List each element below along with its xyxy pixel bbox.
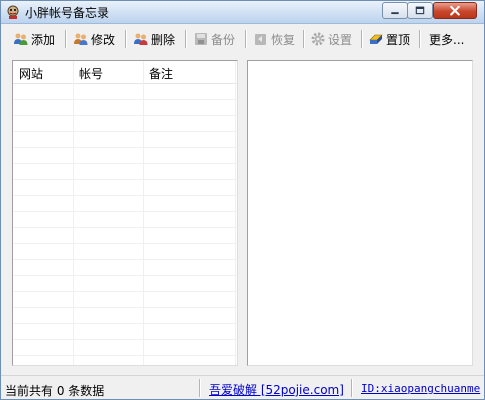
add-button[interactable]: 添加 (13, 29, 55, 49)
window-title: 小胖帐号备忘录 (25, 6, 110, 20)
grid-row-line (13, 179, 237, 180)
more-button[interactable]: 更多... (429, 29, 464, 49)
column-divider (235, 61, 236, 365)
toolbar: 添加 修改 删除 备份 恢复 设置 置顶 更多... (1, 24, 484, 54)
toolbar-separator (361, 30, 363, 48)
restore-label: 恢复 (271, 32, 296, 47)
grid-row-line (13, 355, 237, 356)
delete-button[interactable]: 删除 (133, 29, 175, 49)
forum-link[interactable]: 吾爱破解 [52pojie.com] (209, 381, 344, 398)
restore-icon (255, 34, 266, 45)
grid-row-line (13, 211, 237, 212)
toolbar-separator (65, 30, 67, 48)
backup-icon (195, 33, 207, 45)
toolbar-separator (185, 30, 187, 48)
toolbar-separator (245, 30, 247, 48)
grid-row-line (13, 291, 237, 292)
close-button[interactable] (433, 2, 477, 19)
maximize-button[interactable] (407, 2, 433, 19)
title-bar[interactable]: 小胖帐号备忘录 (1, 1, 484, 24)
column-divider (73, 61, 74, 365)
grid-row-line (13, 147, 237, 148)
backup-button[interactable]: 备份 (193, 29, 235, 49)
app-window: 小胖帐号备忘录 添加 修改 删除 备份 恢复 设置 置顶 更多... 网站 帐号… (0, 0, 485, 400)
users-delete-icon (134, 33, 148, 45)
pin-to-top-icon (369, 34, 383, 44)
list-header: 网站 帐号 备注 (13, 61, 237, 84)
backup-label: 备份 (211, 32, 236, 47)
grid-row-line (13, 307, 237, 308)
settings-label: 设置 (328, 32, 353, 47)
gear-icon (311, 32, 325, 46)
status-bar: 当前共有 0 条数据 吾爱破解 [52pojie.com] ID:xiaopan… (1, 375, 484, 399)
forum-link-text: 吾爱破解 [52pojie.com] (209, 383, 344, 397)
column-divider (143, 61, 144, 365)
grid-row-line (13, 99, 237, 100)
edit-label: 修改 (91, 32, 116, 47)
account-list[interactable]: 网站 帐号 备注 (12, 60, 238, 366)
grid-row-line (13, 259, 237, 260)
add-label: 添加 (31, 32, 56, 47)
pin-label: 置顶 (386, 32, 411, 47)
users-add-icon (14, 33, 28, 45)
column-header-account[interactable]: 帐号 (79, 65, 103, 82)
grid-row-line (13, 195, 237, 196)
minimize-button[interactable] (382, 2, 408, 19)
users-edit-icon (74, 33, 88, 45)
grid-row-line (13, 323, 237, 324)
column-header-website[interactable]: 网站 (19, 65, 43, 82)
settings-button[interactable]: 设置 (310, 29, 352, 49)
column-header-note[interactable]: 备注 (149, 65, 173, 82)
restore-button[interactable]: 恢复 (253, 29, 295, 49)
author-id-link[interactable]: ID:xiaopangchuanme (361, 382, 480, 395)
grid-row-line (13, 227, 237, 228)
edit-button[interactable]: 修改 (73, 29, 115, 49)
status-separator (351, 379, 353, 397)
maximize-icon (415, 6, 425, 15)
detail-panel[interactable] (247, 60, 473, 366)
grid-row-line (13, 131, 237, 132)
status-separator (199, 379, 201, 397)
minimize-icon (391, 12, 399, 15)
more-label: 更多... (429, 32, 465, 47)
toolbar-separator (419, 30, 421, 48)
close-icon (450, 5, 460, 16)
grid-row-line (13, 243, 237, 244)
toolbar-separator (303, 30, 305, 48)
grid-row-line (13, 163, 237, 164)
pin-to-top-button[interactable]: 置顶 (368, 29, 410, 49)
record-count: 当前共有 0 条数据 (5, 384, 105, 398)
delete-label: 删除 (151, 32, 176, 47)
grid-row-line (13, 339, 237, 340)
grid-row-line (13, 115, 237, 116)
grid-row-line (13, 275, 237, 276)
app-icon (7, 5, 19, 19)
toolbar-separator (125, 30, 127, 48)
